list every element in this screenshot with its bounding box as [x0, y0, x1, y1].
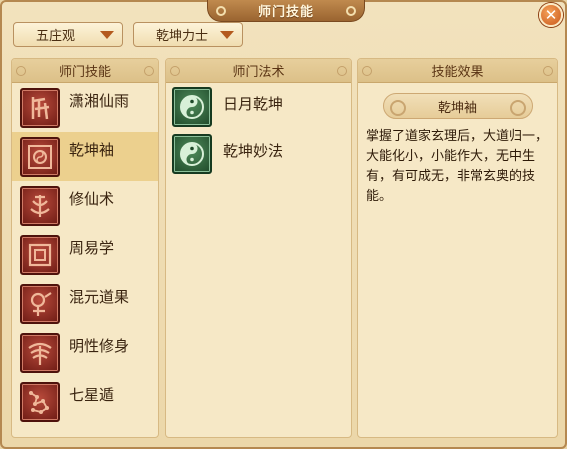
skill-label: 修仙术	[69, 190, 115, 208]
close-icon: ✕	[544, 6, 558, 24]
tree-icon	[20, 332, 60, 373]
skills-window: 师门技能 ✕ 五庄观 乾坤力士 师门技能 潇湘仙雨 乾坤袖 修仙术 周易学 混元…	[0, 0, 567, 449]
faction-dropdown[interactable]: 乾坤力士	[133, 22, 243, 47]
sect-skills-header: 师门技能	[12, 59, 158, 83]
lotus-icon	[20, 185, 60, 226]
chevron-down-icon	[100, 31, 114, 39]
effect-description: 掌握了道家玄理后，大道归一，大能化小，小能作大，无中生有，有可成无，非常玄奥的技…	[366, 129, 549, 204]
fruit-icon	[20, 283, 60, 324]
skill-item-hunyuandaoguo[interactable]: 混元道果	[12, 279, 158, 328]
skill-label: 潇湘仙雨	[69, 92, 130, 110]
skill-effect-header-label: 技能效果	[431, 65, 484, 80]
square-seal-icon	[20, 234, 60, 275]
rune-icon	[20, 87, 60, 128]
skill-item-qiankunxiu[interactable]: 乾坤袖	[12, 132, 158, 181]
spell-item-riyueqiankun[interactable]: 日月乾坤	[166, 83, 351, 130]
skill-item-zhouyixue[interactable]: 周易学	[12, 230, 158, 279]
constellation-icon	[20, 381, 60, 422]
effect-skill-title: 乾坤袖	[382, 93, 533, 119]
skill-effect-panel: 技能效果 乾坤袖 掌握了道家玄理后，大道归一，大能化小，小能作大，无中生有，有可…	[357, 58, 558, 438]
sect-skills-panel: 师门技能 潇湘仙雨 乾坤袖 修仙术 周易学 混元道果 明性修身 七星遁	[11, 58, 159, 438]
skill-label: 明性修身	[69, 337, 130, 355]
skill-label: 混元道果	[69, 288, 130, 306]
sect-dropdown[interactable]: 五庄观	[13, 22, 123, 47]
title-ornament-left-icon	[216, 6, 226, 16]
title-ornament-right-icon	[346, 6, 356, 16]
faction-dropdown-value: 乾坤力士	[156, 29, 209, 44]
spell-label: 日月乾坤	[223, 95, 284, 113]
skill-item-mingxingxiushen[interactable]: 明性修身	[12, 328, 158, 377]
yin-yang-icon	[172, 86, 212, 127]
sect-spells-panel: 师门法术 日月乾坤 乾坤妙法	[165, 58, 352, 438]
spell-item-qiankunmiaofa[interactable]: 乾坤妙法	[166, 130, 351, 177]
effect-skill-title-label: 乾坤袖	[437, 100, 477, 116]
skill-label: 周易学	[69, 239, 115, 257]
spell-label: 乾坤妙法	[223, 142, 284, 160]
skill-label: 七星遁	[69, 386, 115, 404]
skill-item-xiuxianshu[interactable]: 修仙术	[12, 181, 158, 230]
sect-skills-header-label: 师门技能	[58, 65, 111, 80]
skill-item-xiaoxiang[interactable]: 潇湘仙雨	[12, 83, 158, 132]
skill-item-qixingdun[interactable]: 七星遁	[12, 377, 158, 426]
window-title: 师门技能	[257, 5, 314, 20]
chevron-down-icon	[220, 31, 234, 39]
window-title-tab: 师门技能	[207, 0, 365, 22]
close-button[interactable]: ✕	[539, 3, 563, 27]
sect-spells-header: 师门法术	[166, 59, 351, 83]
sect-dropdown-value: 五庄观	[36, 29, 76, 44]
skill-label: 乾坤袖	[69, 141, 115, 159]
skill-effect-header: 技能效果	[358, 59, 557, 83]
sleeve-icon	[20, 136, 60, 177]
sect-spells-header-label: 师门法术	[232, 65, 285, 80]
yin-yang-icon	[172, 133, 212, 174]
